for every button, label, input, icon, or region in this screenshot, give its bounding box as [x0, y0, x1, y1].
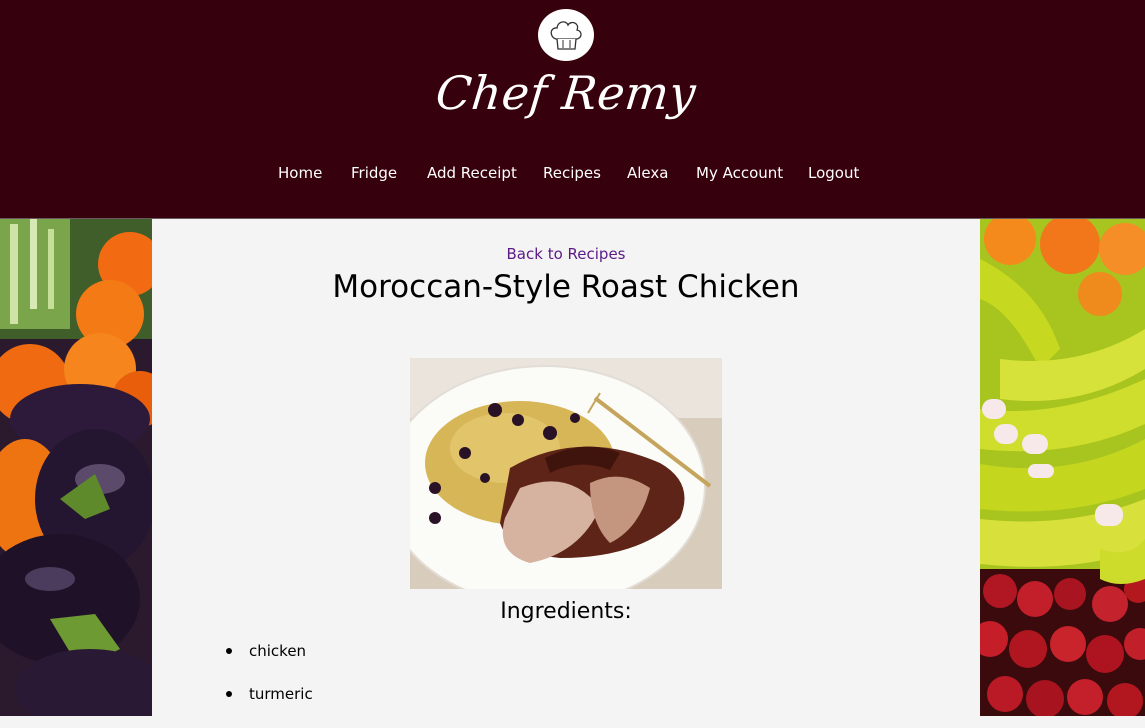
list-item: chicken: [222, 642, 313, 685]
nav-recipes[interactable]: Recipes: [543, 164, 601, 182]
bullet-icon: [226, 648, 232, 654]
logo[interactable]: [538, 9, 594, 61]
main-nav: Home Fridge Add Receipt Recipes Alexa My…: [0, 164, 1145, 186]
nav-my-account[interactable]: My Account: [696, 164, 783, 182]
ingredient-label: turmeric: [249, 685, 313, 703]
chef-hat-icon: [550, 21, 582, 50]
back-to-recipes-label[interactable]: Back to Recipes: [507, 245, 626, 263]
site-header: Chef Remy Home Fridge Add Receipt Recipe…: [0, 0, 1145, 219]
back-to-recipes-link: Back to Recipes: [152, 245, 980, 263]
bullet-icon: [226, 691, 232, 697]
nav-fridge[interactable]: Fridge: [351, 164, 397, 182]
brand-title[interactable]: Chef Remy: [0, 66, 1135, 120]
nav-logout[interactable]: Logout: [808, 164, 859, 182]
produce-image-right: [980, 219, 1145, 716]
recipe-title: Moroccan-Style Roast Chicken: [332, 269, 800, 305]
list-item: turmeric: [222, 685, 313, 728]
ingredients-list: chicken turmeric: [222, 642, 313, 728]
ingredients-heading: Ingredients:: [500, 599, 632, 624]
recipe-photo: [410, 358, 722, 589]
nav-alexa[interactable]: Alexa: [627, 164, 668, 182]
recipe-content: Back to Recipes Moroccan-Style Roast Chi…: [152, 219, 980, 716]
nav-add-receipt[interactable]: Add Receipt: [427, 164, 517, 182]
produce-image-left: [0, 219, 152, 716]
ingredient-label: chicken: [249, 642, 307, 660]
nav-home[interactable]: Home: [278, 164, 322, 182]
